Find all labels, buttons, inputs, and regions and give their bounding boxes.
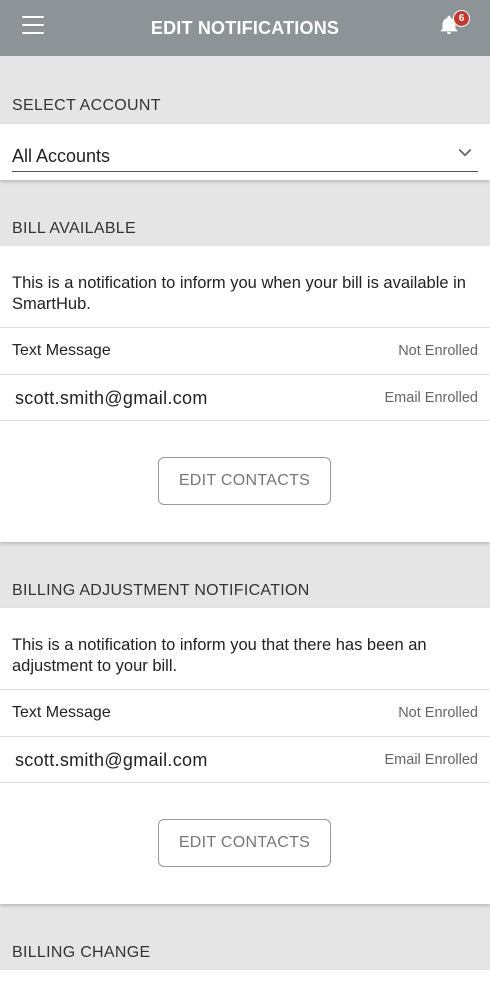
enrollment-status: Not Enrolled xyxy=(398,705,478,721)
enrollment-status: Not Enrolled xyxy=(398,343,478,359)
chevron-down-icon xyxy=(458,149,472,157)
app-header: EDIT NOTIFICATIONS 6 xyxy=(0,0,490,56)
edit-contacts-button[interactable]: EDIT CONTACTS xyxy=(158,819,331,867)
contact-label: Text Message xyxy=(12,342,111,359)
contact-row-text-message[interactable]: Text Message Not Enrolled xyxy=(0,689,490,736)
contact-row-email[interactable]: scott.smith@gmail.com Email Enrolled xyxy=(0,736,490,783)
notifications-button[interactable]: 6 xyxy=(438,10,472,40)
account-dropdown-value: All Accounts xyxy=(12,146,111,166)
divider xyxy=(0,420,490,421)
edit-contacts-button[interactable]: EDIT CONTACTS xyxy=(158,457,331,505)
section-title-billing-change: BILLING CHANGE xyxy=(12,944,151,961)
notification-card-bill-available: This is a notification to inform you whe… xyxy=(0,246,490,542)
select-account-label: SELECT ACCOUNT xyxy=(12,97,161,114)
notification-card-billing-change xyxy=(0,970,490,990)
contact-row-email[interactable]: scott.smith@gmail.com Email Enrolled xyxy=(0,374,490,421)
notification-count-badge: 6 xyxy=(453,10,470,27)
section-title-bill-available: BILL AVAILABLE xyxy=(12,220,136,237)
contact-label: Text Message xyxy=(12,704,111,721)
enrollment-status: Email Enrolled xyxy=(384,390,479,406)
contact-row-text-message[interactable]: Text Message Not Enrolled xyxy=(0,327,490,374)
divider xyxy=(0,782,490,783)
page-title: EDIT NOTIFICATIONS xyxy=(150,17,340,38)
notification-description: This is a notification to inform you tha… xyxy=(12,636,427,675)
notification-card-billing-adjustment: This is a notification to inform you tha… xyxy=(0,608,490,904)
account-dropdown[interactable]: All Accounts xyxy=(12,142,478,172)
account-select-card: All Accounts xyxy=(0,124,490,180)
notification-description: This is a notification to inform you whe… xyxy=(12,274,466,313)
hamburger-menu-icon[interactable] xyxy=(22,16,44,34)
enrollment-status: Email Enrolled xyxy=(384,752,479,768)
contact-label: scott.smith@gmail.com xyxy=(15,750,208,770)
section-title-billing-adjustment: BILLING ADJUSTMENT NOTIFICATION xyxy=(12,582,310,599)
contact-label: scott.smith@gmail.com xyxy=(15,388,208,408)
